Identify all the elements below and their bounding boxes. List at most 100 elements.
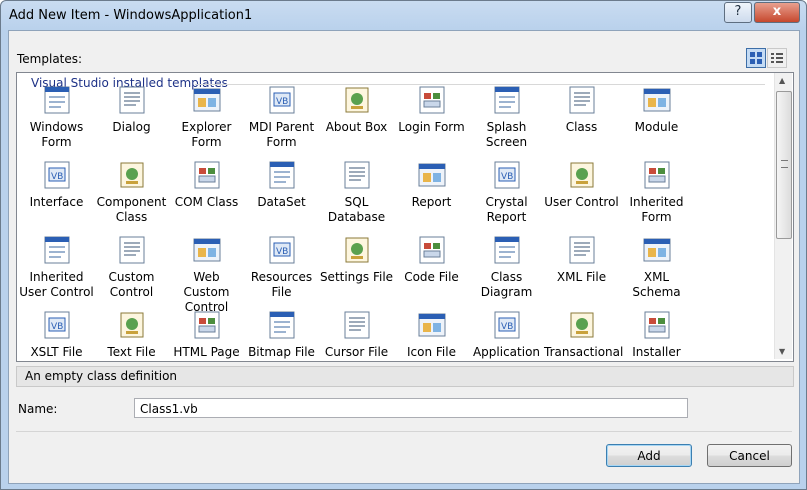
name-input[interactable]: Class1.vb (134, 398, 688, 418)
template-item-label: Inherited Form (629, 195, 684, 224)
svg-text:VB: VB (501, 172, 513, 182)
template-item[interactable]: Code File (394, 234, 469, 285)
large-icons-icon (750, 52, 762, 64)
login-form-icon (416, 84, 448, 116)
svg-text:VB: VB (276, 247, 288, 257)
user-control-icon (566, 159, 598, 191)
template-item[interactable]: VB XSLT File (19, 309, 94, 360)
template-item-label: Dialog (112, 120, 151, 134)
template-item-label: XML File (556, 270, 607, 284)
template-item[interactable]: DataSet (244, 159, 319, 210)
description-text: An empty class definition (25, 369, 178, 383)
template-item[interactable]: VB Resources File (244, 234, 319, 300)
template-item-label: Class Diagram (480, 270, 533, 299)
scroll-down-icon[interactable]: ▼ (779, 347, 785, 356)
large-icons-view-button[interactable] (746, 48, 766, 68)
template-item[interactable]: Bitmap File (244, 309, 319, 360)
vertical-scrollbar[interactable]: ▲ ▼ (774, 73, 792, 359)
xslt-file-icon: VB (41, 309, 73, 341)
template-item[interactable]: Web Custom Control (169, 234, 244, 315)
template-item[interactable]: Splash Screen (469, 84, 544, 150)
inherited-user-control-icon (41, 234, 73, 266)
text-file-icon (116, 309, 148, 341)
app-config-icon: VB (491, 309, 523, 341)
template-item-label: Application Configuration File (469, 345, 550, 361)
dialog-icon (116, 84, 148, 116)
title-bar[interactable]: Add New Item - WindowsApplication1 ? x (1, 1, 806, 31)
template-item[interactable]: COM Class (169, 159, 244, 210)
small-icons-view-button[interactable] (767, 48, 787, 68)
template-item[interactable]: Explorer Form (169, 84, 244, 150)
template-item-label: Bitmap File (248, 345, 315, 359)
close-button[interactable]: x (754, 2, 800, 23)
template-item[interactable]: Inherited User Control (19, 234, 94, 300)
template-item[interactable]: Settings File (319, 234, 394, 285)
template-item[interactable]: Windows Form (19, 84, 94, 150)
template-item-label: DataSet (257, 195, 306, 209)
template-item[interactable]: VB Interface (19, 159, 94, 210)
interface-icon: VB (41, 159, 73, 191)
template-item[interactable]: HTML Page (169, 309, 244, 360)
dataset-icon (266, 159, 298, 191)
installer-class-icon (641, 309, 673, 341)
template-item[interactable]: Dialog (94, 84, 169, 135)
web-custom-control-icon (191, 234, 223, 266)
template-item[interactable]: VB Crystal Report (469, 159, 544, 225)
windows-form-icon (41, 84, 73, 116)
template-item[interactable]: Custom Control (94, 234, 169, 300)
svg-text:VB: VB (51, 322, 63, 332)
templates-label: Templates: (17, 52, 83, 66)
template-item[interactable]: User Control (544, 159, 619, 210)
template-item-label: Custom Control (108, 270, 155, 299)
template-item[interactable]: Module (619, 84, 694, 135)
template-item[interactable]: Text File (94, 309, 169, 360)
scroll-thumb[interactable] (776, 91, 792, 239)
template-item-label: COM Class (174, 195, 239, 209)
template-item-label: Report (411, 195, 452, 209)
template-item[interactable]: About Box (319, 84, 394, 135)
template-item-label: Module (634, 120, 679, 134)
about-box-icon (341, 84, 373, 116)
description-bar: An empty class definition (16, 366, 794, 387)
template-item-label: Cursor File (324, 345, 389, 359)
template-item[interactable]: Inherited Form (619, 159, 694, 225)
cancel-button[interactable]: Cancel (707, 444, 792, 467)
template-item[interactable]: Class (544, 84, 619, 135)
template-item-label: Inherited User Control (19, 270, 94, 299)
template-item-label: Interface (29, 195, 84, 209)
template-item[interactable]: Icon File (394, 309, 469, 360)
scroll-up-icon[interactable]: ▲ (779, 76, 785, 85)
template-item[interactable]: VB Application Configuration File (469, 309, 550, 361)
template-item[interactable]: VB MDI Parent Form (244, 84, 319, 150)
template-item[interactable]: Transactional Component (544, 309, 624, 361)
template-item-label: Windows Form (29, 120, 84, 149)
template-item[interactable]: Login Form (394, 84, 469, 135)
help-button[interactable]: ? (724, 2, 752, 23)
template-item[interactable]: Class Diagram (469, 234, 544, 300)
window-title: Add New Item - WindowsApplication1 (9, 8, 253, 23)
template-item-label: SQL Database (327, 195, 386, 224)
template-item[interactable]: XML Schema (619, 234, 694, 300)
template-item[interactable]: XML File (544, 234, 619, 285)
name-label: Name: (18, 402, 58, 416)
template-item[interactable]: Installer Class (619, 309, 694, 361)
template-item-label: Code File (404, 270, 459, 284)
template-item-label: Transactional Component (544, 345, 624, 361)
module-icon (641, 84, 673, 116)
html-page-icon (191, 309, 223, 341)
template-item[interactable]: SQL Database (319, 159, 394, 225)
template-item-label: Icon File (407, 345, 456, 359)
templates-list[interactable]: Visual Studio installed templates Window… (16, 72, 794, 362)
template-item-label: XSLT File (30, 345, 83, 359)
template-item[interactable]: Component Class (94, 159, 169, 225)
splash-screen-icon (491, 84, 523, 116)
sql-database-icon (341, 159, 373, 191)
template-item-label: Component Class (96, 195, 167, 224)
svg-text:VB: VB (501, 322, 513, 332)
grip-icon (781, 160, 788, 168)
inherited-form-icon (641, 159, 673, 191)
add-button[interactable]: Add (606, 444, 692, 467)
template-item[interactable]: Report (394, 159, 469, 210)
template-item[interactable]: Cursor File (319, 309, 394, 360)
crystal-report-icon: VB (491, 159, 523, 191)
